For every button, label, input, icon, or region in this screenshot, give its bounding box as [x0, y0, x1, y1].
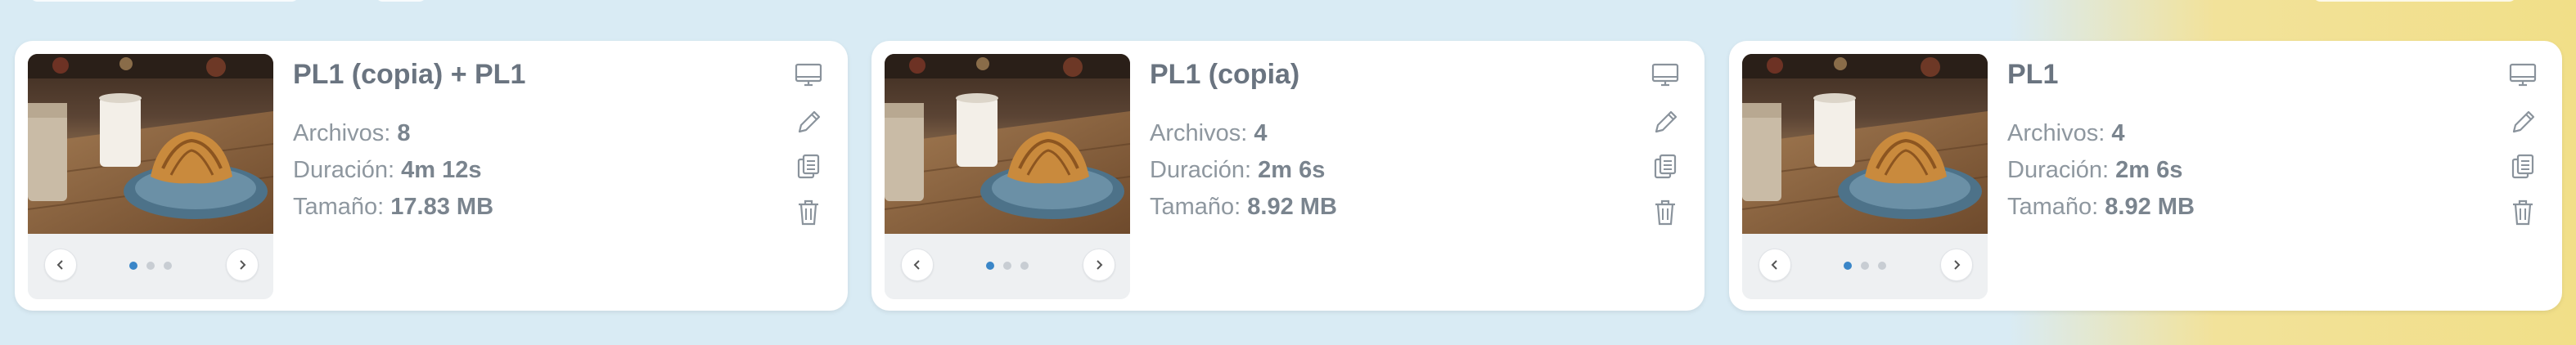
playlist-title: PL1 (copia) + PL1	[293, 59, 526, 90]
size-label: Tamaño:	[293, 194, 391, 220]
playlist-card[interactable]: PL1 (copia) + PL1 Archivos: 8 Duración: …	[15, 41, 848, 311]
chevron-left-icon	[1771, 260, 1777, 270]
files-value: 4	[2111, 120, 2125, 146]
top-toolbar-pill-right	[2313, 0, 2517, 2]
size-value: 17.83 MB	[390, 194, 494, 220]
thumbnail-carousel	[28, 54, 273, 299]
coffee-croissant-photo	[1742, 54, 1988, 234]
file-size: Tamaño: 8.92 MB	[2007, 194, 2195, 221]
carousel-dot[interactable]	[1861, 262, 1869, 270]
duration: Duración: 2m 6s	[1150, 157, 1325, 184]
monitor-icon[interactable]	[2508, 60, 2538, 90]
coffee-croissant-photo	[28, 54, 273, 234]
chevron-left-icon	[56, 260, 63, 270]
monitor-icon[interactable]	[794, 60, 823, 90]
pencil-icon[interactable]	[2508, 108, 2538, 137]
monitor-icon[interactable]	[1651, 60, 1680, 90]
carousel-next-button[interactable]	[1940, 249, 1973, 281]
clipboard-copy-icon[interactable]	[2508, 152, 2538, 181]
carousel-next-button[interactable]	[1083, 249, 1115, 281]
playlist-title: PL1	[2007, 59, 2059, 90]
files-label: Archivos:	[1150, 120, 1254, 146]
top-toolbar-pill-small	[375, 0, 427, 2]
carousel-dots	[1844, 262, 1886, 270]
files-value: 8	[397, 120, 411, 146]
carousel-dots	[986, 262, 1029, 270]
duration-label: Duración:	[2007, 157, 2116, 183]
duration-value: 2m 6s	[1258, 157, 1326, 183]
carousel-dot[interactable]	[1003, 262, 1011, 270]
size-value: 8.92 MB	[2105, 194, 2195, 220]
chevron-left-icon	[913, 260, 920, 270]
clipboard-copy-icon[interactable]	[794, 152, 823, 181]
carousel-controls	[885, 234, 1130, 299]
thumbnail-image	[1742, 54, 1988, 234]
trash-icon[interactable]	[794, 198, 823, 227]
playlist-card[interactable]: PL1 Archivos: 4 Duración: 2m 6s Tamaño: …	[1729, 41, 2562, 311]
files-count: Archivos: 8	[293, 120, 410, 147]
size-value: 8.92 MB	[1247, 194, 1337, 220]
carousel-dot[interactable]	[164, 262, 172, 270]
thumbnail-image	[28, 54, 273, 234]
files-count: Archivos: 4	[2007, 120, 2124, 147]
carousel-controls	[28, 234, 273, 299]
thumbnail-carousel	[1742, 54, 1988, 299]
carousel-dot[interactable]	[1020, 262, 1029, 270]
trash-icon[interactable]	[2508, 198, 2538, 227]
duration-label: Duración:	[293, 157, 402, 183]
duration-value: 2m 6s	[2115, 157, 2183, 183]
carousel-prev-button[interactable]	[901, 249, 934, 281]
chevron-right-icon	[240, 260, 246, 270]
pencil-icon[interactable]	[794, 108, 823, 137]
files-label: Archivos:	[2007, 120, 2112, 146]
coffee-croissant-photo	[885, 54, 1130, 234]
top-toolbar-pill-left	[29, 0, 299, 2]
carousel-dot[interactable]	[146, 262, 155, 270]
playlist-title: PL1 (copia)	[1150, 59, 1300, 90]
carousel-prev-button[interactable]	[1759, 249, 1791, 281]
duration: Duración: 2m 6s	[2007, 157, 2182, 184]
duration: Duración: 4m 12s	[293, 157, 482, 184]
duration-value: 4m 12s	[401, 157, 482, 183]
carousel-next-button[interactable]	[226, 249, 259, 281]
carousel-prev-button[interactable]	[44, 249, 77, 281]
clipboard-copy-icon[interactable]	[1651, 152, 1680, 181]
file-size: Tamaño: 8.92 MB	[1150, 194, 1337, 221]
carousel-dot[interactable]	[1878, 262, 1886, 270]
carousel-dot[interactable]	[1844, 262, 1852, 270]
chevron-right-icon	[1954, 260, 1961, 270]
files-label: Archivos:	[293, 120, 398, 146]
pencil-icon[interactable]	[1651, 108, 1680, 137]
size-label: Tamaño:	[2007, 194, 2105, 220]
trash-icon[interactable]	[1651, 198, 1680, 227]
thumbnail-image	[885, 54, 1130, 234]
thumbnail-carousel	[885, 54, 1130, 299]
carousel-dots	[129, 262, 172, 270]
files-count: Archivos: 4	[1150, 120, 1267, 147]
carousel-dot[interactable]	[986, 262, 994, 270]
chevron-right-icon	[1097, 260, 1103, 270]
file-size: Tamaño: 17.83 MB	[293, 194, 493, 221]
files-value: 4	[1254, 120, 1268, 146]
playlist-card[interactable]: PL1 (copia) Archivos: 4 Duración: 2m 6s …	[871, 41, 1705, 311]
size-label: Tamaño:	[1150, 194, 1248, 220]
carousel-controls	[1742, 234, 1988, 299]
carousel-dot[interactable]	[129, 262, 137, 270]
duration-label: Duración:	[1150, 157, 1259, 183]
